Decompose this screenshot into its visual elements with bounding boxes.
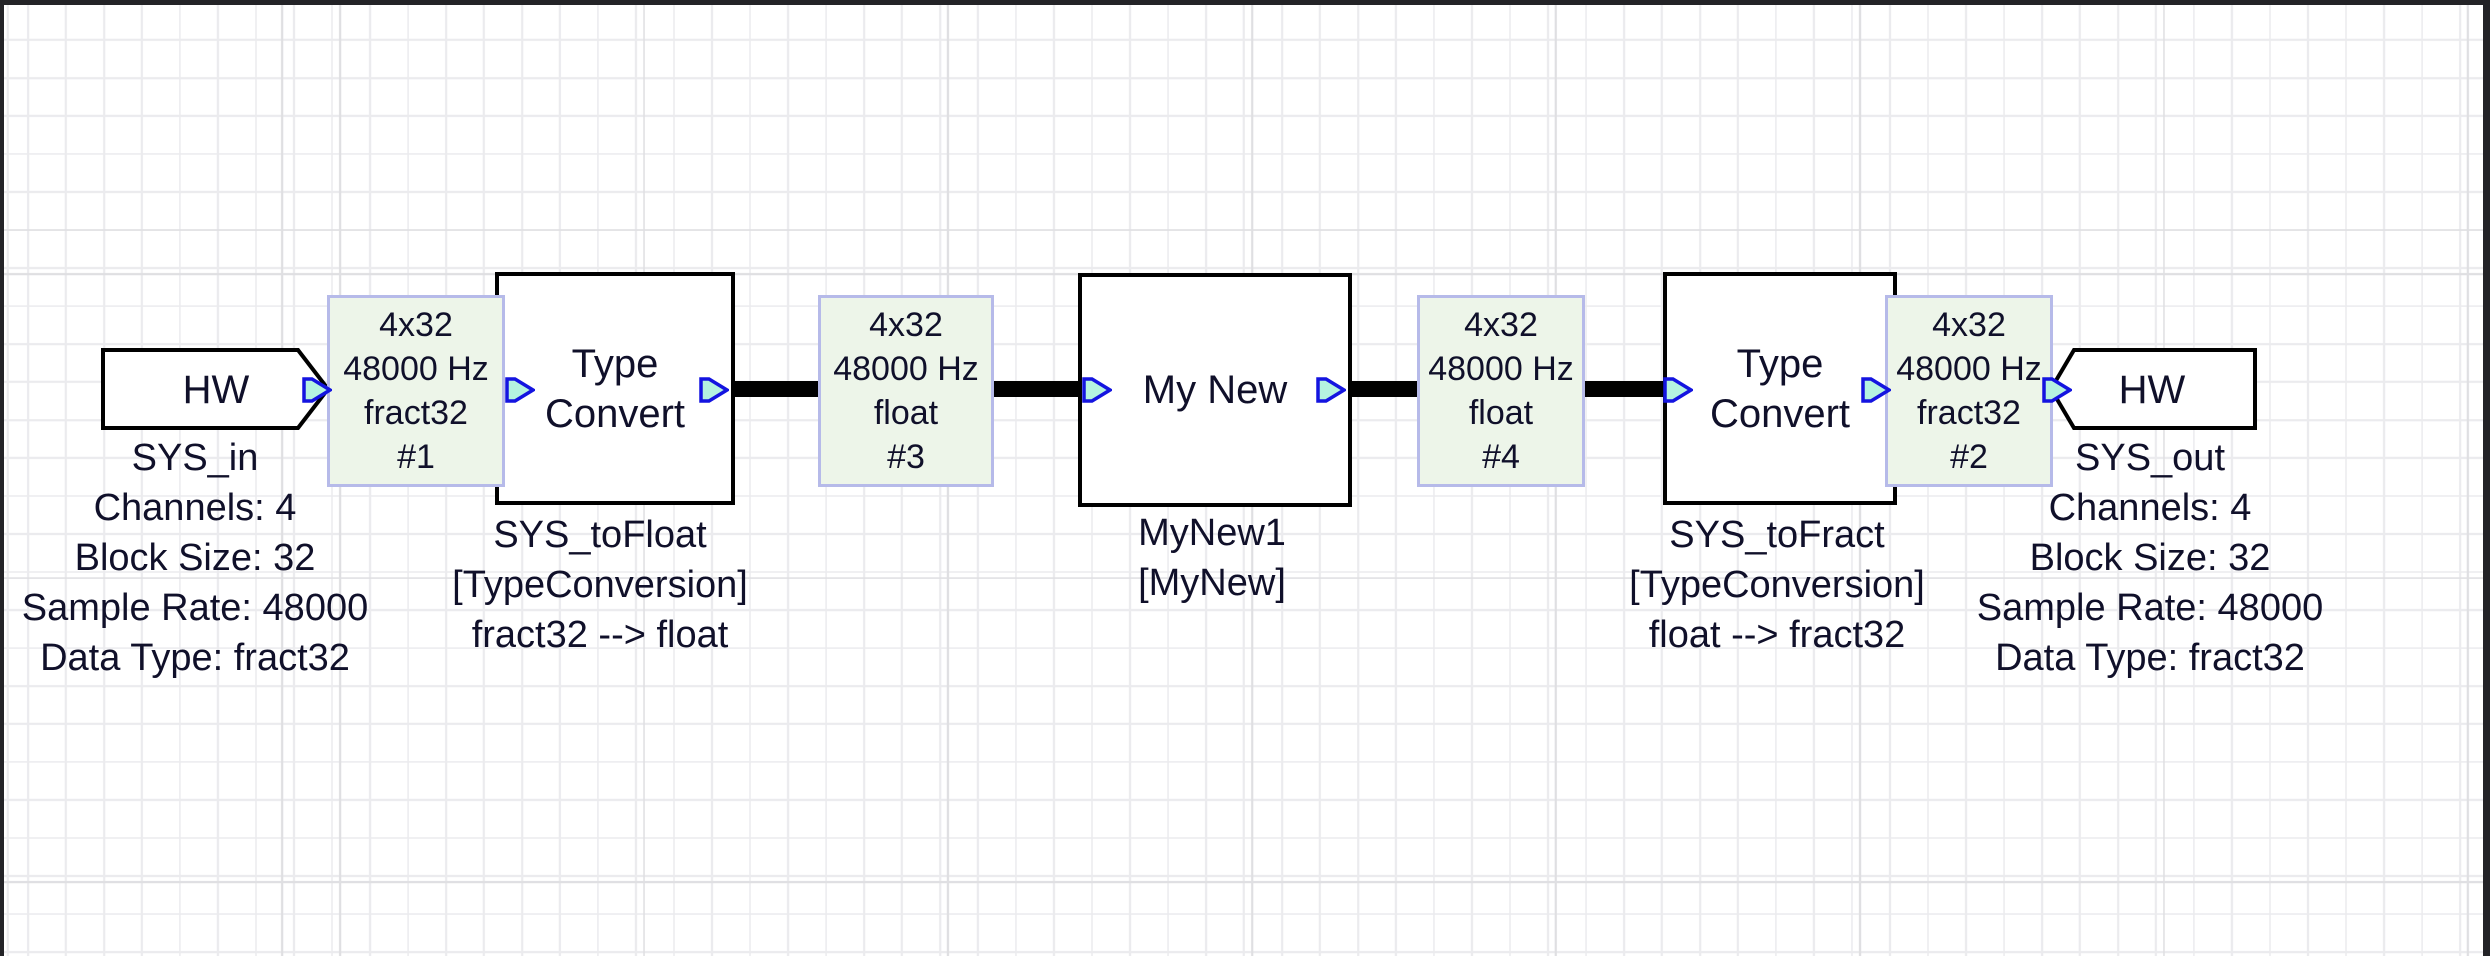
wire-annot3-to-mynew[interactable]	[991, 381, 1080, 397]
window-border-left	[0, 0, 4, 956]
hw-output-block-title[interactable]: HW	[2046, 348, 2258, 432]
wire-annotation-3[interactable]: 4x32 48000 Hz float #3	[818, 295, 994, 487]
hw-input-output-pin-icon[interactable]	[302, 372, 332, 408]
wire-annotation-4[interactable]: 4x32 48000 Hz float #4	[1417, 295, 1585, 487]
block-title-line: Convert	[545, 389, 685, 439]
mynew-output-pin-icon[interactable]	[1316, 372, 1346, 408]
tc1-output-pin-icon[interactable]	[699, 372, 729, 408]
prop-channels: Channels: 4	[10, 483, 380, 533]
annotation-datatype: float	[1469, 391, 1533, 435]
block-title-line: Type	[1737, 339, 1824, 389]
wire-annotation-1[interactable]: 4x32 48000 Hz fract32 #1	[327, 295, 505, 487]
window-border-top	[0, 0, 2490, 5]
tc2-input-pin-icon[interactable]	[1663, 372, 1693, 408]
block-class-name: [TypeConversion]	[420, 560, 780, 610]
annotation-datatype: fract32	[1917, 391, 2021, 435]
tc1-labels: SYS_toFloat [TypeConversion] fract32 -->…	[420, 510, 780, 660]
wire-annot4-to-tc2[interactable]	[1583, 381, 1665, 397]
annotation-size: 4x32	[869, 303, 943, 347]
block-title-line: Type	[572, 339, 659, 389]
mynew-input-pin-icon[interactable]	[1082, 372, 1112, 408]
wire-annotation-2[interactable]: 4x32 48000 Hz fract32 #2	[1885, 295, 2053, 487]
block-class-name: [MyNew]	[1032, 558, 1392, 608]
block-title-line: My New	[1143, 365, 1287, 415]
prop-sample-rate: Sample Rate: 48000	[1960, 583, 2340, 633]
annotation-size: 4x32	[379, 303, 453, 347]
block-instance-name: SYS_toFract	[1597, 510, 1957, 560]
prop-sample-rate: Sample Rate: 48000	[10, 583, 380, 633]
annotation-datatype: fract32	[364, 391, 468, 435]
tc2-labels: SYS_toFract [TypeConversion] float --> f…	[1597, 510, 1957, 660]
annotation-size: 4x32	[1464, 303, 1538, 347]
prop-channels: Channels: 4	[1960, 483, 2340, 533]
annotation-id: #1	[397, 435, 435, 479]
block-conversion: float --> fract32	[1597, 610, 1957, 660]
annotation-id: #3	[887, 435, 925, 479]
annotation-rate: 48000 Hz	[833, 347, 979, 391]
window-border-right	[2483, 0, 2490, 956]
hw-input-block-title[interactable]: HW	[101, 348, 331, 432]
annotation-rate: 48000 Hz	[1896, 347, 2042, 391]
annotation-rate: 48000 Hz	[1428, 347, 1574, 391]
block-instance-name: SYS_in	[10, 433, 380, 483]
annotation-id: #4	[1482, 435, 1520, 479]
block-instance-name: SYS_toFloat	[420, 510, 780, 560]
tc1-input-pin-icon[interactable]	[505, 372, 535, 408]
block-title-line: Convert	[1710, 389, 1850, 439]
prop-data-type: Data Type: fract32	[10, 633, 380, 683]
annotation-id: #2	[1950, 435, 1988, 479]
prop-block-size: Block Size: 32	[10, 533, 380, 583]
wire-tc1-to-annot3[interactable]	[733, 381, 822, 397]
tc2-output-pin-icon[interactable]	[1861, 372, 1891, 408]
block-conversion: fract32 --> float	[420, 610, 780, 660]
prop-data-type: Data Type: fract32	[1960, 633, 2340, 683]
mynew-labels: MyNew1 [MyNew]	[1032, 508, 1392, 608]
hw-input-properties: SYS_in Channels: 4 Block Size: 32 Sample…	[10, 433, 380, 683]
block-instance-name: MyNew1	[1032, 508, 1392, 558]
annotation-size: 4x32	[1932, 303, 2006, 347]
annotation-rate: 48000 Hz	[343, 347, 489, 391]
annotation-datatype: float	[874, 391, 938, 435]
wire-mynew-to-annot4[interactable]	[1350, 381, 1419, 397]
layout-canvas[interactable]: HW 4x32 48000 Hz fract32 #1 Type Convert…	[0, 0, 2490, 956]
my-new-block[interactable]: My New	[1078, 273, 1352, 507]
hw-output-input-pin-icon[interactable]	[2042, 372, 2072, 408]
prop-block-size: Block Size: 32	[1960, 533, 2340, 583]
block-class-name: [TypeConversion]	[1597, 560, 1957, 610]
